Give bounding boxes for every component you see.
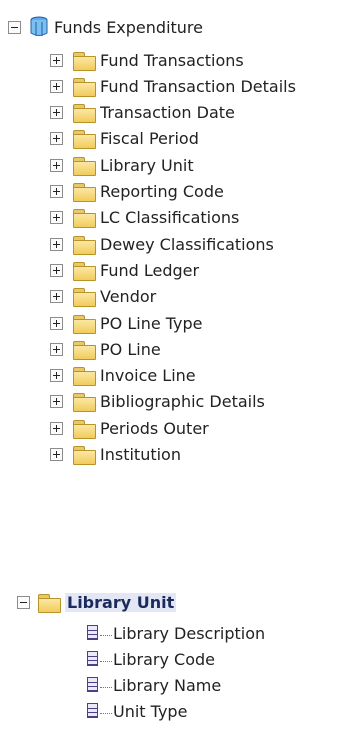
tree-root-label: Funds Expenditure: [54, 17, 203, 37]
expand-toggle-icon[interactable]: [50, 263, 63, 277]
column-label: Unit Type: [113, 701, 188, 721]
selected-folder-label[interactable]: Library Unit: [65, 592, 177, 612]
expand-toggle-icon[interactable]: [50, 369, 63, 383]
folder-node[interactable]: Fund Ledger: [50, 257, 199, 283]
folder-icon: [72, 445, 96, 465]
folder-node[interactable]: LC Classifications: [50, 205, 239, 231]
folder-label: Dewey Classifications: [100, 234, 274, 254]
expand-toggle-icon[interactable]: [50, 79, 63, 93]
column-label: Library Description: [113, 623, 266, 643]
column-label: Library Name: [113, 675, 222, 695]
folder-node[interactable]: Periods Outer: [50, 415, 209, 441]
folder-node[interactable]: Reporting Code: [50, 179, 224, 205]
folder-node[interactable]: Fund Transaction Details: [50, 73, 296, 99]
folder-node[interactable]: Library Unit: [50, 152, 194, 178]
expand-toggle-icon[interactable]: [50, 158, 63, 172]
folder-label: Vendor: [100, 287, 157, 307]
folder-icon: [72, 103, 96, 124]
expand-toggle-icon[interactable]: [50, 290, 63, 304]
folder-icon: [72, 129, 96, 150]
expand-toggle-icon[interactable]: [50, 185, 63, 198]
expand-toggle-icon[interactable]: [50, 421, 63, 435]
folder-label: Transaction Date: [100, 103, 235, 123]
folder-icon: [72, 340, 96, 360]
folder-icon: [72, 182, 96, 202]
column-node[interactable]: Library Description: [87, 620, 265, 646]
folder-icon: [37, 593, 61, 613]
folder-node[interactable]: Institution: [50, 442, 181, 468]
folder-node[interactable]: PO Line Type: [50, 310, 203, 336]
expand-toggle-icon[interactable]: [50, 211, 63, 225]
column-node[interactable]: Unit Type: [87, 698, 187, 724]
folder-node[interactable]: Bibliographic Details: [50, 389, 265, 415]
folder-node[interactable]: PO Line: [50, 336, 161, 362]
expand-toggle-icon[interactable]: [50, 316, 63, 330]
column-label: Library Code: [113, 649, 215, 669]
folder-label: Library Unit: [100, 155, 194, 175]
folder-node[interactable]: Invoice Line: [50, 363, 196, 389]
folder-label: Bibliographic Details: [100, 392, 265, 412]
folder-label: Fund Ledger: [100, 260, 200, 280]
folder-node[interactable]: Transaction Date: [50, 100, 235, 126]
folder-icon: [72, 235, 96, 255]
collapse-toggle-icon[interactable]: [8, 20, 21, 34]
expand-toggle-icon[interactable]: [50, 395, 63, 409]
folder-icon: [72, 314, 96, 334]
folder-icon: [72, 156, 96, 176]
folder-icon: [72, 366, 96, 387]
folder-node[interactable]: Fiscal Period: [50, 126, 199, 152]
folder-label: Fund Transactions: [100, 50, 244, 70]
column-node[interactable]: Library Code: [87, 646, 215, 672]
folder-icon: [72, 77, 96, 97]
folder-label: LC Classifications: [100, 208, 240, 228]
folder-label: Reporting Code: [100, 182, 224, 201]
expand-toggle-icon[interactable]: [50, 237, 63, 251]
folder-label: Institution: [100, 445, 181, 464]
expand-toggle-icon[interactable]: [50, 342, 63, 356]
folder-node[interactable]: Dewey Classifications: [50, 231, 274, 257]
column-icon: [87, 702, 117, 720]
folder-icon: [72, 392, 96, 413]
expand-toggle-icon[interactable]: [50, 448, 63, 461]
folder-node[interactable]: Fund Transactions: [50, 47, 244, 73]
expand-toggle-icon[interactable]: [50, 53, 63, 67]
folder-label: Fund Transaction Details: [100, 76, 296, 96]
folder-icon: [72, 419, 96, 439]
folder-icon: [72, 208, 96, 229]
folder-label: PO Line: [100, 339, 161, 359]
expand-toggle-icon[interactable]: [50, 106, 63, 120]
column-icon: [87, 650, 117, 668]
folder-icon: [72, 287, 96, 308]
collapse-toggle-icon[interactable]: [17, 595, 30, 609]
folder-label: Fiscal Period: [100, 129, 199, 149]
folder-label: Invoice Line: [100, 366, 196, 386]
column-icon: [87, 676, 117, 694]
column-icon: [87, 624, 117, 642]
folder-label: PO Line Type: [100, 313, 203, 333]
folder-icon: [72, 261, 96, 281]
column-node[interactable]: Library Name: [87, 672, 221, 698]
folder-node[interactable]: Vendor: [50, 284, 156, 310]
folder-icon: [72, 51, 96, 71]
folder-label: Periods Outer: [100, 418, 209, 438]
subject-area-cube-icon: [30, 16, 48, 36]
expand-toggle-icon[interactable]: [50, 132, 63, 146]
selected-folder-node[interactable]: Library Unit: [17, 589, 177, 615]
tree-root-node[interactable]: Funds Expenditure: [8, 14, 203, 40]
